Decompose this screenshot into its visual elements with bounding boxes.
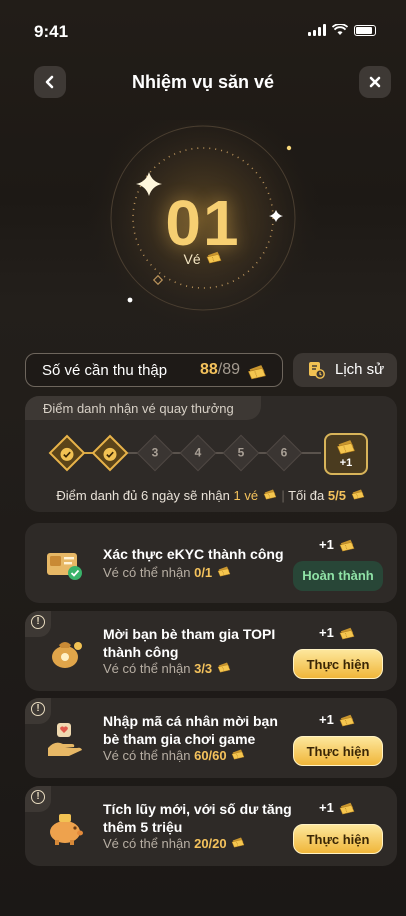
- ticket-icon: [338, 713, 356, 727]
- collection-label: Số vé cần thu thập: [42, 362, 168, 379]
- task-reward: +1: [319, 712, 356, 727]
- collection-current: 88: [199, 361, 218, 378]
- hand-heart-icon: [48, 723, 82, 756]
- collection-total: /89: [217, 361, 240, 378]
- ticket-icon: [246, 363, 268, 380]
- checkin-day-6: 6: [265, 434, 303, 472]
- check-icon: [60, 447, 74, 461]
- history-button[interactable]: Lịch sử: [293, 353, 397, 387]
- ticket-icon: [230, 748, 246, 760]
- task-reward: +1: [319, 625, 356, 640]
- close-button[interactable]: [359, 66, 391, 98]
- wifi-icon: [332, 24, 348, 35]
- money-bag-icon: [52, 642, 82, 668]
- ticket-unit-label: Vé: [183, 251, 201, 267]
- history-label: Lịch sử: [335, 361, 385, 378]
- collection-count: 88/89: [200, 361, 240, 379]
- close-icon: [369, 76, 381, 88]
- task-progress: 60/60: [194, 748, 227, 763]
- task-title: Xác thực eKYC thành công: [103, 546, 284, 562]
- alert-icon: !: [31, 615, 45, 629]
- task-title: Nhập mã cá nhân mời bạn bè tham gia chơi…: [103, 713, 278, 747]
- task-card-savings: ! Tích lũy mới, với số dư tăng thêm 5 tr…: [25, 786, 397, 866]
- task-card-ekyc: Xác thực eKYC thành công Vé có thể nhận …: [25, 523, 397, 603]
- ticket-icon: [230, 836, 246, 848]
- status-bar: 9:41: [0, 0, 406, 60]
- checkin-title: Điểm danh nhận vé quay thưởng: [43, 401, 234, 416]
- ticket-collection-box: Số vé cần thu thập 88/89: [25, 353, 283, 387]
- checkin-card: Điểm danh nhận vé quay thưởng 3 4 5 6 +1…: [25, 396, 397, 512]
- status-icons: [308, 24, 376, 36]
- piggy-bank-icon: [50, 814, 83, 845]
- ticket-icon: [205, 250, 223, 264]
- task-completed-button[interactable]: Hoàn thành: [293, 561, 383, 591]
- task-action-button[interactable]: Thực hiện: [293, 649, 383, 679]
- task-reward: +1: [319, 537, 356, 552]
- alert-icon: !: [31, 790, 45, 804]
- ticket-icon: [338, 801, 356, 815]
- task-subtitle: Vé có thể nhận 3/3: [103, 661, 232, 676]
- checkin-max: 5/5: [327, 488, 346, 503]
- ticket-icon: [216, 661, 232, 673]
- signal-icon: [308, 24, 326, 36]
- task-reward: +1: [319, 800, 356, 815]
- checkin-day-3: 3: [136, 434, 174, 472]
- ticket-icon: [338, 538, 356, 552]
- ticket-icon: [216, 565, 232, 577]
- check-icon: [103, 447, 117, 461]
- checkin-day-5: 5: [222, 434, 260, 472]
- battery-icon: [354, 24, 376, 36]
- history-icon: [309, 362, 325, 379]
- task-title: Mời bạn bè tham gia TOPI thành công: [103, 626, 276, 660]
- checkin-title-tab: Điểm danh nhận vé quay thưởng: [25, 396, 261, 420]
- task-title: Tích lũy mới, với số dư tăng thêm 5 triệ…: [103, 801, 292, 835]
- checkin-day-1: [48, 434, 86, 472]
- task-progress: 0/1: [194, 565, 213, 580]
- task-card-invite-friends: ! Mời bạn bè tham gia TOPI thành công Vé…: [25, 611, 397, 691]
- task-action-button[interactable]: Thực hiện: [293, 736, 383, 766]
- task-subtitle: Vé có thể nhận 0/1: [103, 565, 232, 580]
- ticket-unit: Vé: [0, 250, 406, 267]
- task-progress: 3/3: [194, 661, 213, 676]
- task-subtitle: Vé có thể nhận 60/60: [103, 748, 246, 763]
- task-progress: 20/20: [194, 836, 227, 851]
- alert-icon: !: [31, 702, 45, 716]
- ticket-icon: [350, 488, 366, 500]
- checkin-day-2: [91, 434, 129, 472]
- page-title: Nhiệm vụ săn vé: [131, 72, 275, 92]
- ticket-icon: [338, 626, 356, 640]
- status-time: 9:41: [34, 22, 69, 41]
- task-card-enter-referral-code: ! Nhập mã cá nhân mời bạn bè tham gia ch…: [25, 698, 397, 778]
- checkin-footer: Điểm danh đủ 6 ngày sẽ nhận 1 vé | Tối đ…: [25, 488, 397, 503]
- ticket-icon: [262, 488, 278, 500]
- checkin-bonus-reward: +1: [324, 433, 368, 475]
- bonus-label: +1: [339, 457, 353, 469]
- checkin-day-4: 4: [179, 434, 217, 472]
- ticket-icon: [335, 438, 357, 455]
- task-action-button[interactable]: Thực hiện: [293, 824, 383, 854]
- id-card-icon: [47, 553, 82, 580]
- ticket-count: 01: [165, 187, 241, 259]
- screen: 9:41 Nhiệm vụ săn vé 01 Vé Số vé cần thu…: [0, 0, 406, 916]
- checkin-reward-amount: 1 vé: [233, 488, 259, 503]
- task-subtitle: Vé có thể nhận 20/20: [103, 836, 246, 851]
